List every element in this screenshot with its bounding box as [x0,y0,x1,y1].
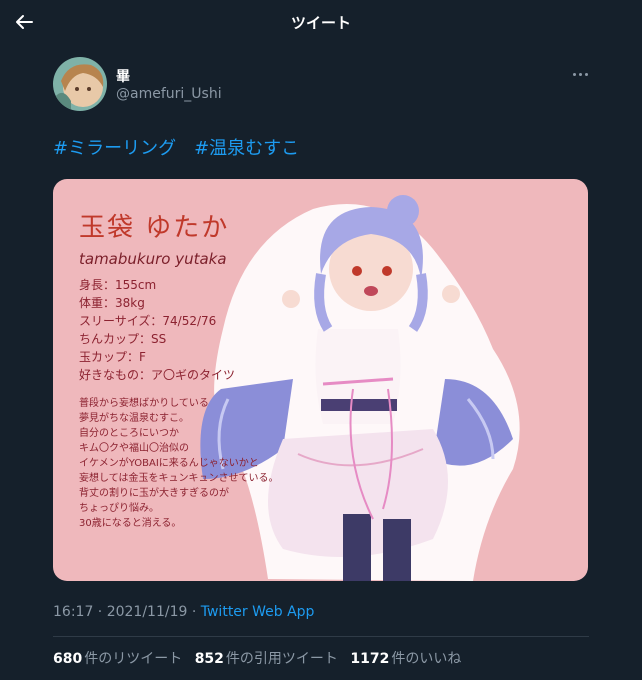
tweet-meta: 16:17 · 2021/11/19 · Twitter Web App [53,604,314,620]
profile-stat: 好きなもの：ア〇ギのタイツ [79,368,236,382]
author-handle[interactable]: @amefuri_Ushi [116,86,222,102]
character-profile-text: 玉袋 ゆたか tamabukuro yutaka 身長：155cm 体重：38k… [79,207,279,531]
profile-bio: 普段から妄想ばかりしている 夢見がちな温泉むすこ。 自分のところにいつか キム〇… [79,396,279,531]
page-title: ツイート [290,14,351,32]
quotes-stat[interactable]: 852 件の引用ツイート [195,651,338,667]
character-name: 玉袋 ゆたか [79,213,230,243]
profile-stat: 体重：38kg [79,296,145,310]
avatar[interactable] [53,57,107,111]
retweets-stat[interactable]: 680 件のリツイート [53,651,182,667]
more-dot-icon [578,72,582,76]
source-link[interactable]: Twitter Web App [201,604,315,620]
bio-line: 妄想しては金玉をキュンキュンさせている。 [79,473,279,484]
tweet-image[interactable]: 玉袋 ゆたか tamabukuro yutaka 身長：155cm 体重：38k… [53,179,588,581]
more-options-button[interactable] [568,64,592,84]
timestamp[interactable]: 16:17 · 2021/11/19 · [53,604,201,620]
retweets-count: 680 [53,651,83,667]
tweet-text: #ミラーリング #温泉むすこ [53,134,317,160]
avatar-image [53,57,107,111]
likes-stat[interactable]: 1172 件のいいね [350,651,461,667]
quotes-count: 852 [194,651,224,667]
bio-line: 夢見がちな温泉むすこ。 [79,413,189,424]
bio-line: 背丈の割りに玉が大きすぎるのが [79,488,229,499]
bio-line: 普段から妄想ばかりしている [79,398,209,409]
likes-label: 件のいいね [391,651,462,667]
hashtag-link[interactable]: #ミラーリング [53,138,176,159]
bio-line: ちょっぴり悩み。 [79,503,159,514]
bio-line: キム〇クや福山〇治似の [79,443,189,454]
engagement-stats: 680 件のリツイート 852 件の引用ツイート 1172 件のいいね [53,648,469,668]
retweets-label: 件のリツイート [84,651,183,667]
character-name-romaji: tamabukuro yutaka [79,250,227,268]
profile-stat: ちんカップ：SS [79,332,167,346]
bio-line: 自分のところにいつか [79,428,179,439]
profile-stat: スリーサイズ：74/52/76 [79,314,217,328]
bio-line: イケメンがYOBAIに来るんじゃないかと [79,458,259,469]
likes-count: 1172 [350,651,390,667]
top-bar: ツイート [0,0,642,44]
hashtag-link[interactable]: #温泉むすこ [194,138,299,159]
divider [53,636,589,637]
profile-stat: 身長：155cm [79,278,157,292]
more-dot-icon [584,72,588,76]
quotes-label: 件の引用ツイート [225,651,338,667]
more-dot-icon [572,72,576,76]
author-name[interactable]: 畢 [116,66,130,86]
profile-stat: 玉カップ：F [79,350,146,364]
bio-line: 30歳になると消える。 [79,518,182,529]
